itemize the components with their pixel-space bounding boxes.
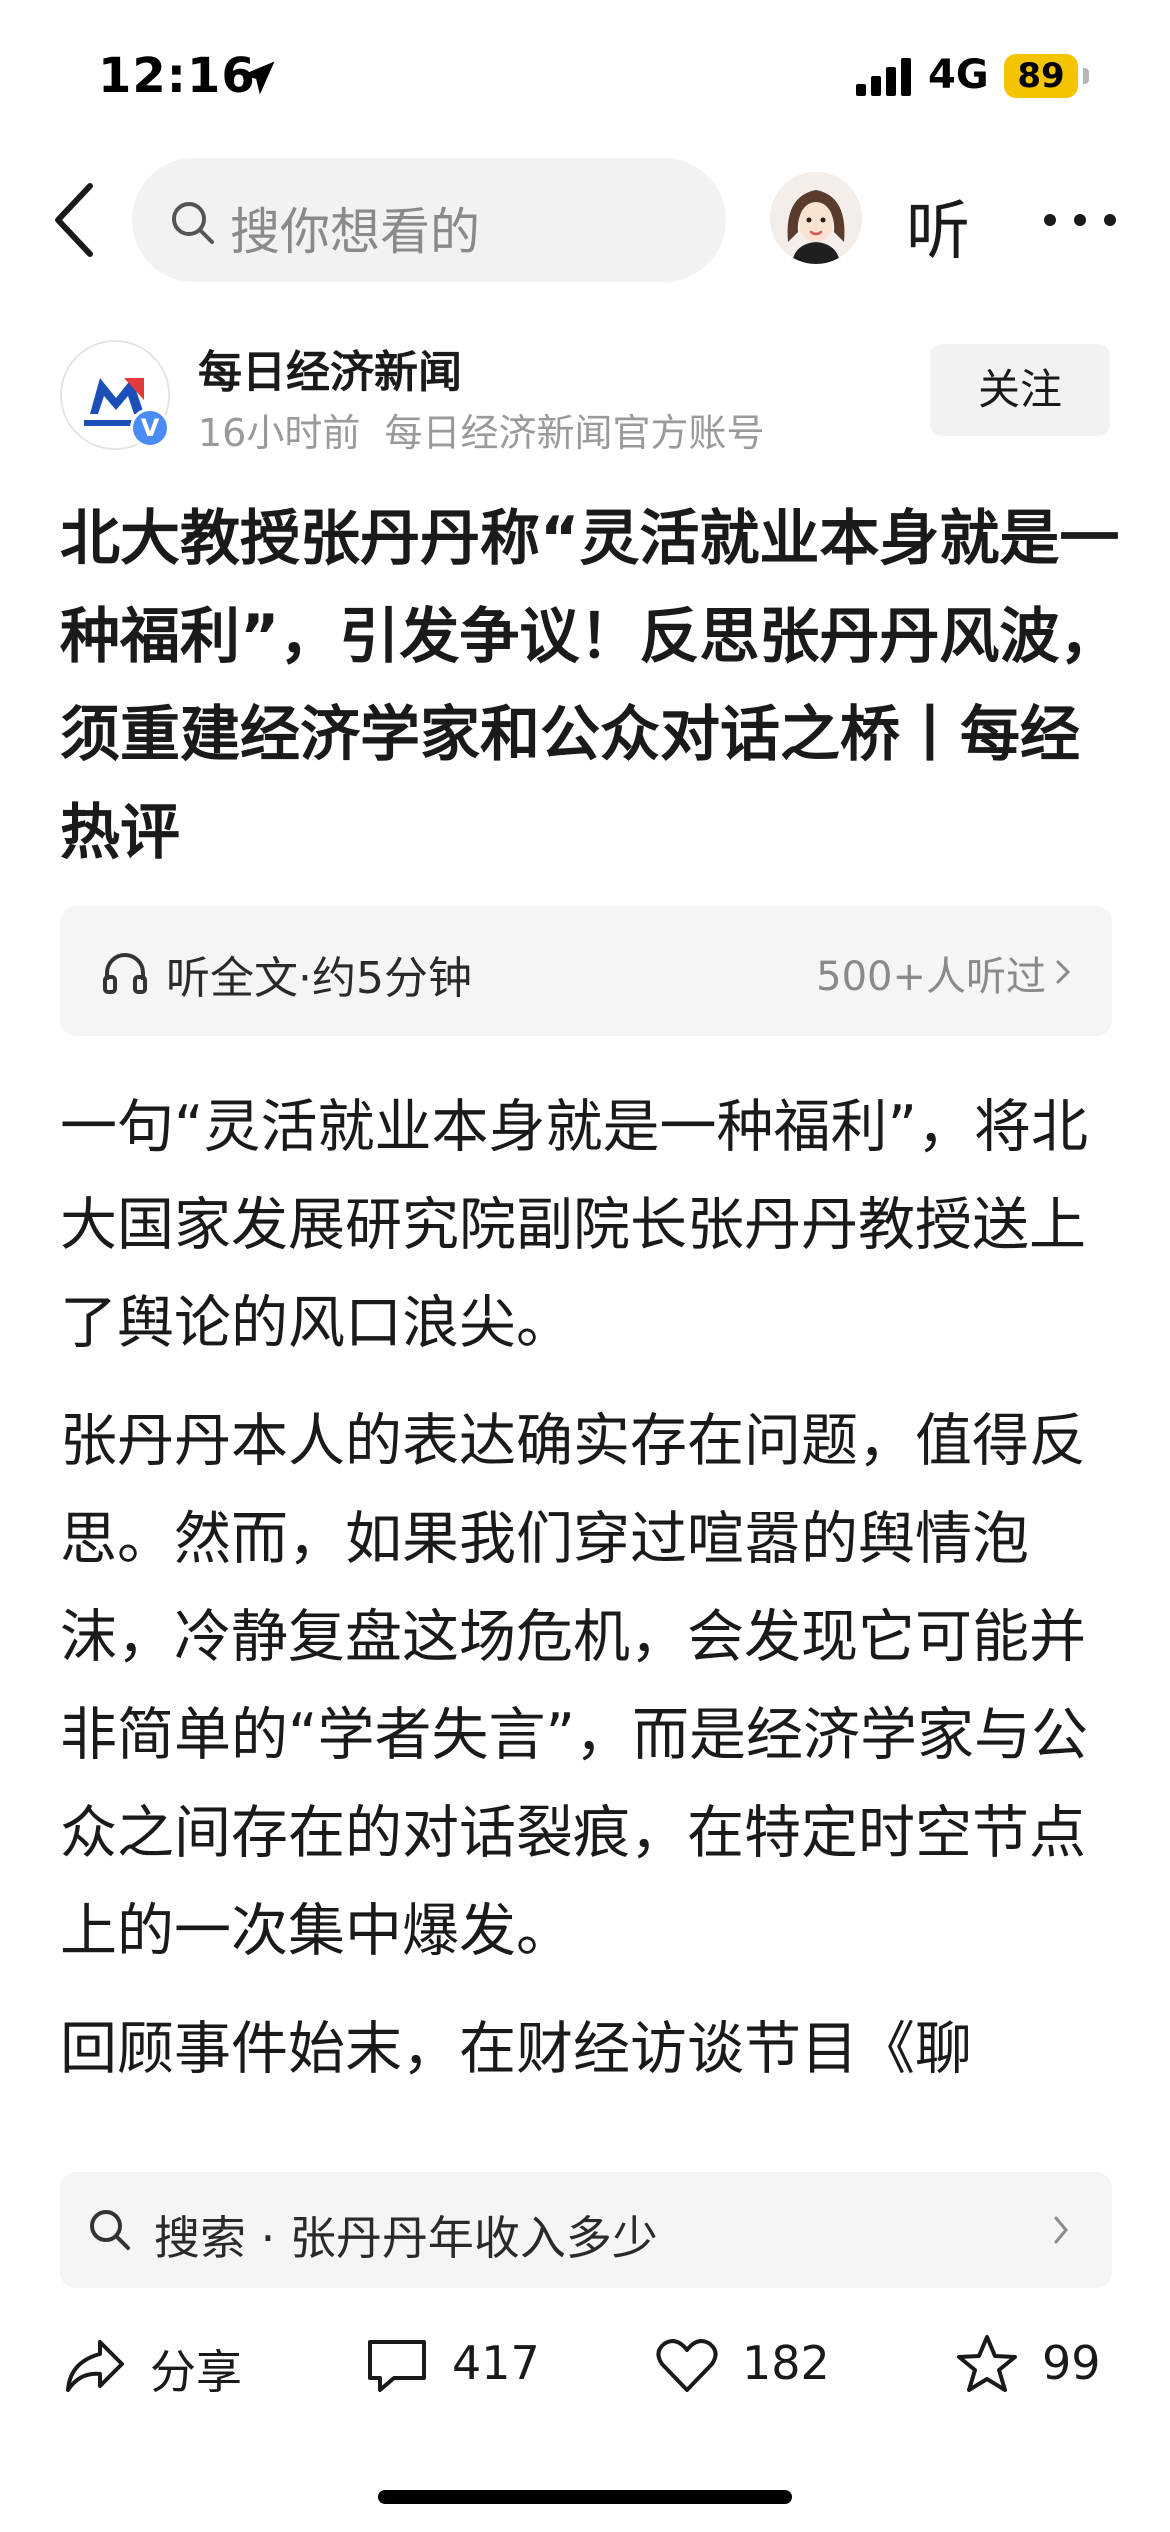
follow-button[interactable]: 关注 <box>930 344 1110 436</box>
search-icon <box>90 2210 130 2250</box>
suggestion-prefix: 搜索 <box>154 2211 246 2265</box>
search-placeholder: 搜你想看的 <box>230 203 480 261</box>
back-icon[interactable] <box>50 180 100 260</box>
network-type: 4G <box>928 52 989 98</box>
listen-count: 500+人听过 <box>816 954 1046 1000</box>
avatar[interactable] <box>770 172 862 264</box>
author-description: 每日经济新闻官方账号 <box>384 411 765 455</box>
post-time: 16小时前 <box>198 411 361 455</box>
comment-button[interactable]: 417 <box>364 2328 564 2402</box>
verified-badge: V <box>130 408 170 448</box>
home-indicator[interactable] <box>378 2490 792 2504</box>
share-button[interactable]: 分享 <box>62 2328 262 2402</box>
search-suggestion-bar[interactable]: 搜索 · 张丹丹年收入多少 <box>60 2172 1112 2288</box>
comment-count: 417 <box>452 2336 540 2390</box>
favorite-button[interactable]: 99 <box>954 2328 1124 2402</box>
star-icon <box>957 2335 1017 2392</box>
status-time: 12:16 <box>98 48 256 104</box>
article-paragraph: 张丹丹本人的表达确实存在问题，值得反思。然而，如果我们穿过喧嚣的舆情泡沫，冷静复… <box>60 1408 1089 1964</box>
headphones-icon <box>103 953 147 994</box>
status-bar: 12:16 4G 89 <box>0 0 1170 150</box>
chevron-right-icon <box>1054 2216 1068 2244</box>
battery-indicator: 89 <box>1004 54 1078 98</box>
author-name[interactable]: 每日经济新闻 <box>198 336 462 400</box>
article-paragraph: 回顾事件始末，在财经访谈节目《聊 <box>60 2016 972 2082</box>
suggestion-query: 张丹丹年收入多少 <box>289 2211 658 2265</box>
nav-bar: 搜你想看的 听 <box>0 150 1170 290</box>
listen-full-text-bar[interactable]: 听全文·约5分钟 500+人听过 <box>60 906 1112 1036</box>
cellular-signal-icon <box>856 58 911 96</box>
favorite-count: 99 <box>1042 2336 1101 2390</box>
avatar-illustration-icon <box>770 172 862 264</box>
suggestion-text: 搜索 · 张丹丹年收入多少 <box>154 2202 658 2268</box>
search-input[interactable]: 搜你想看的 <box>132 158 726 282</box>
more-icon[interactable] <box>1040 210 1120 230</box>
listen-label: 听全文·约5分钟 <box>166 953 472 1004</box>
heart-icon <box>656 2339 718 2392</box>
author-row: V 每日经济新闻 16小时前 每日经济新闻官方账号 关注 <box>0 330 1170 460</box>
share-icon <box>66 2340 124 2392</box>
suggestion-separator: · <box>260 2211 276 2265</box>
comment-icon <box>368 2340 426 2392</box>
like-count: 182 <box>742 2336 830 2390</box>
author-meta: 16小时前 每日经济新闻官方账号 <box>198 402 765 457</box>
article-body: 一句“灵活就业本身就是一种福利”，将北大国家发展研究院副院长张丹丹教授送上了舆论… <box>60 1078 1120 2168</box>
chevron-right-icon <box>1056 960 1071 984</box>
search-icon <box>172 202 214 244</box>
battery-cap <box>1083 68 1089 84</box>
action-bar: 分享 417 182 99 <box>0 2300 1170 2430</box>
listen-button[interactable]: 听 <box>906 180 970 272</box>
like-button[interactable]: 182 <box>654 2328 854 2402</box>
share-label: 分享 <box>150 2345 242 2399</box>
article-title: 北大教授张丹丹称“灵活就业本身就是一种福利”，引发争议！反思张丹丹风波，须重建经… <box>60 504 1120 868</box>
location-arrow-icon <box>241 61 275 95</box>
article-paragraph: 一句“灵活就业本身就是一种福利”，将北大国家发展研究院副院长张丹丹教授送上了舆论… <box>60 1094 1089 1356</box>
